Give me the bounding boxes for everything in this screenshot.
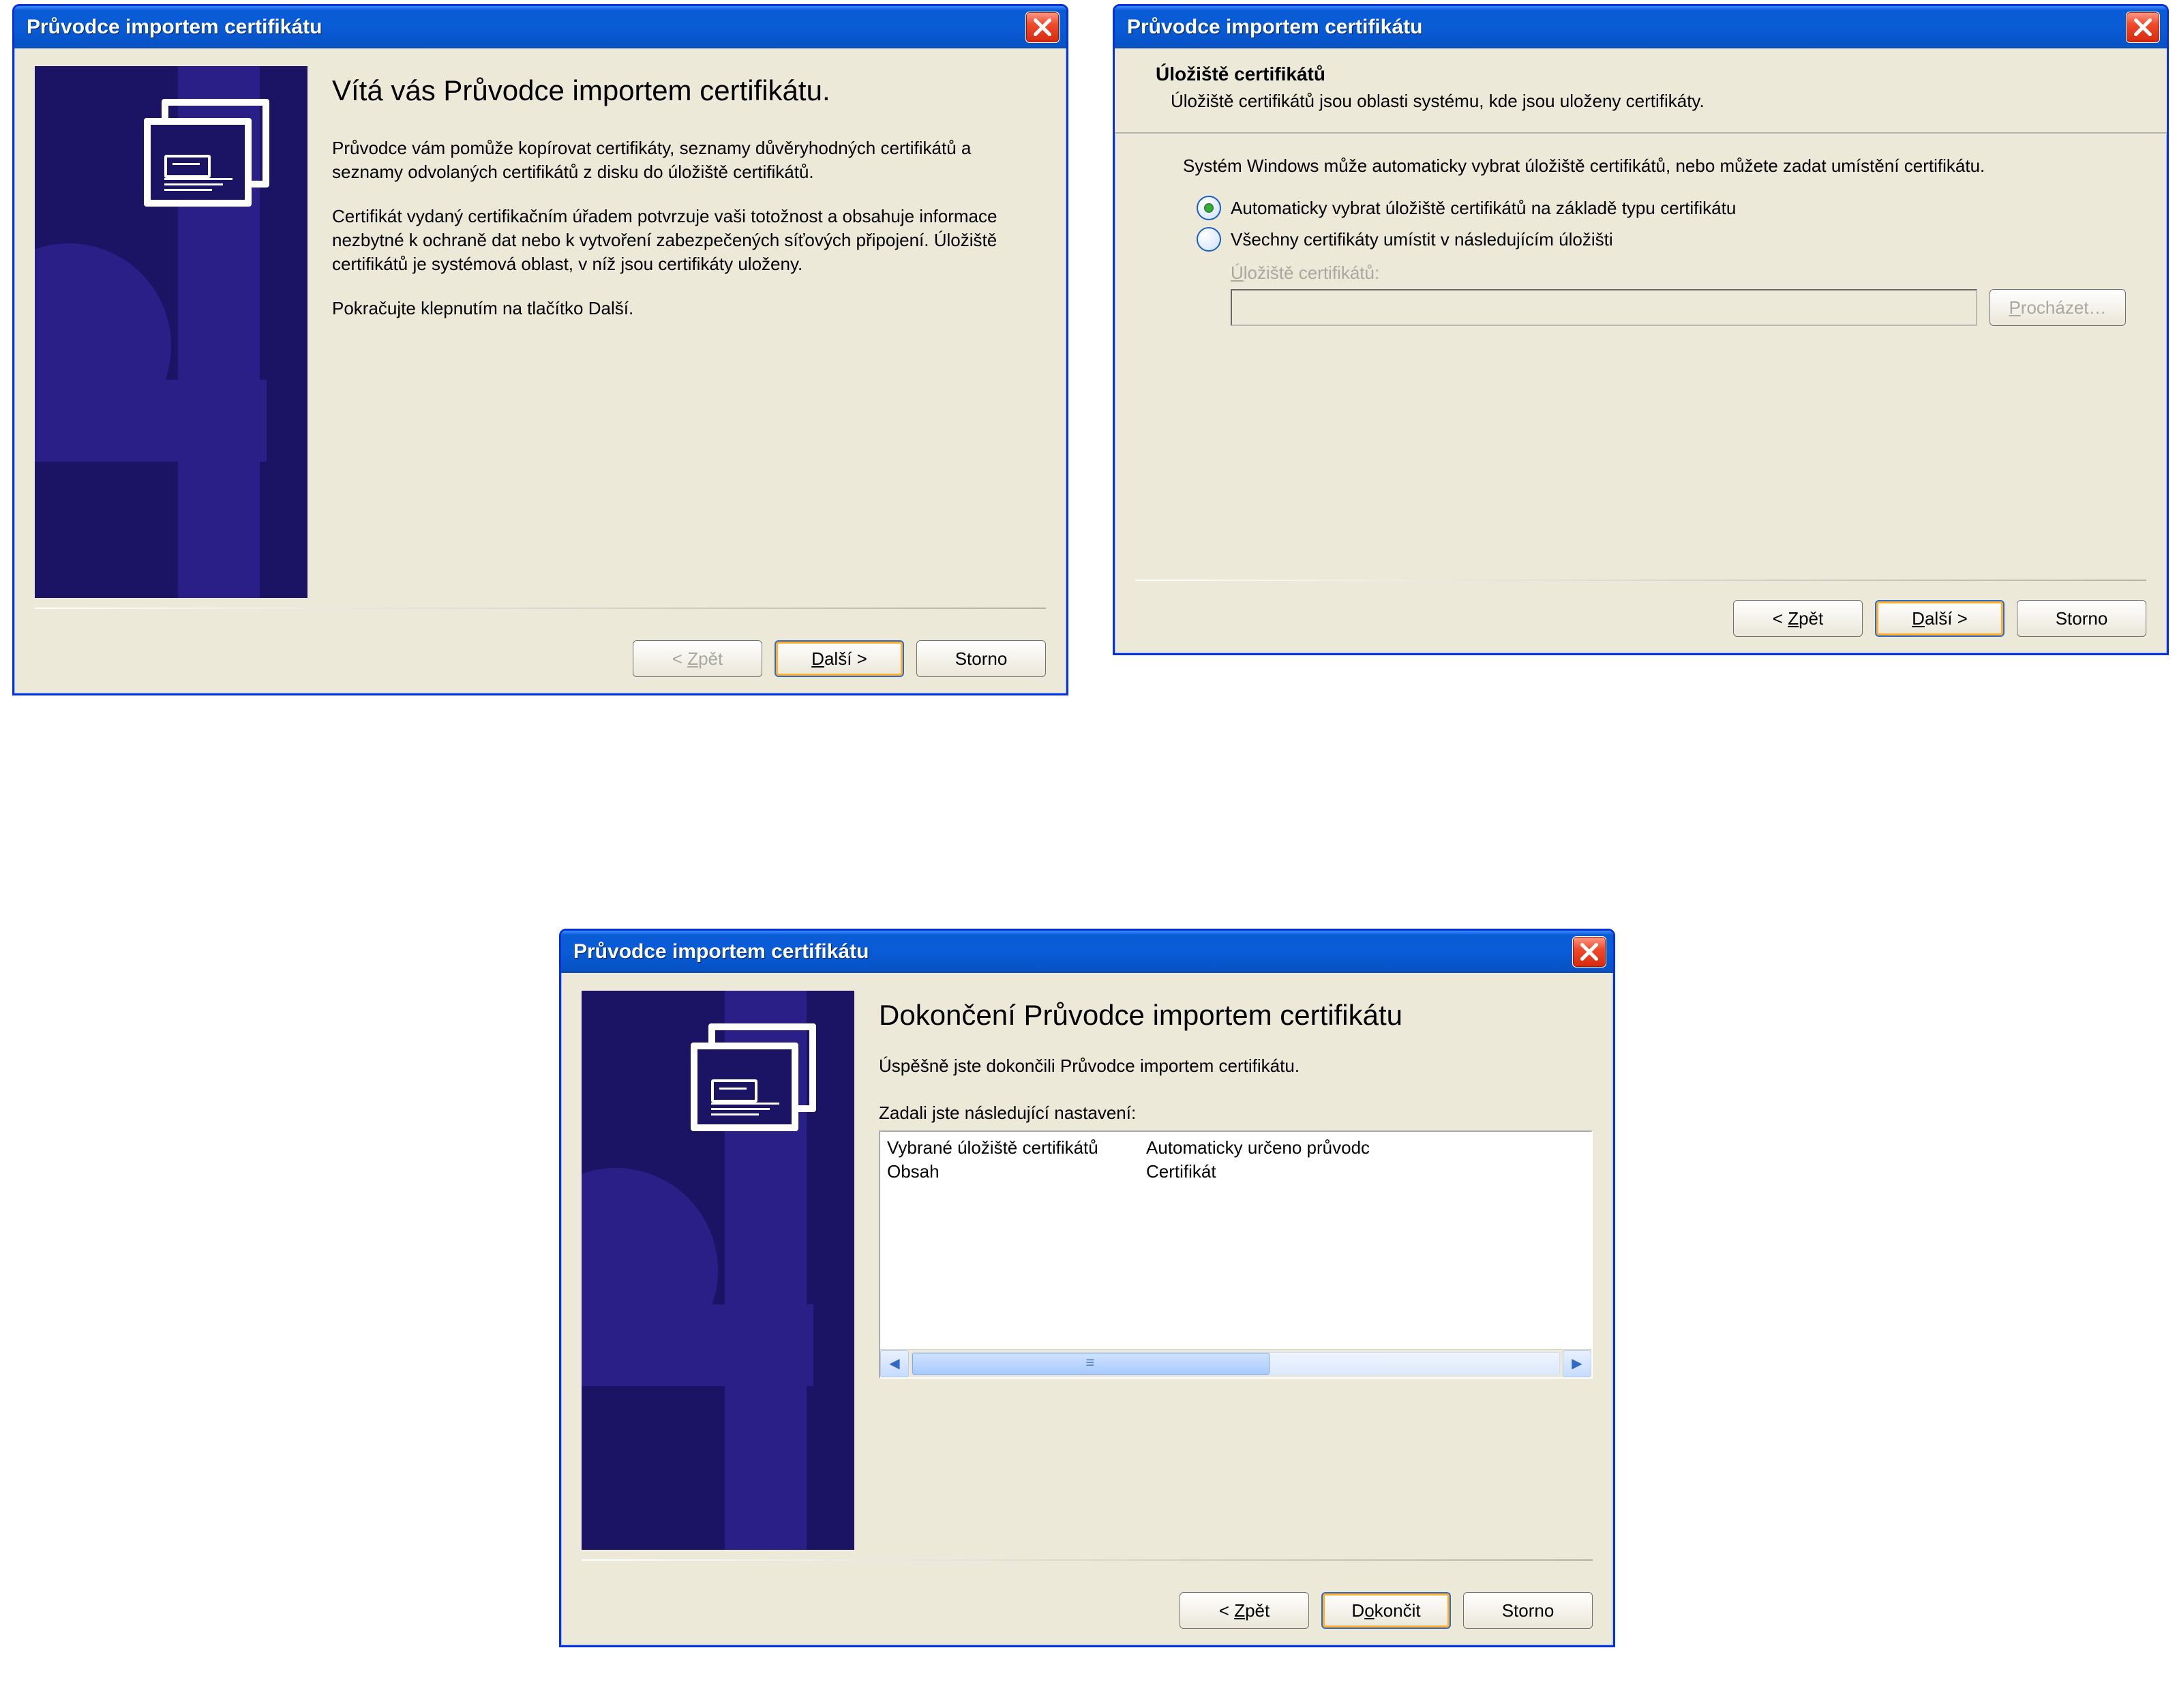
radio-icon xyxy=(1197,227,1221,252)
wizard-header-panel: Úložiště certifikátů Úložiště certifikát… xyxy=(1115,48,2167,132)
cancel-button[interactable]: Storno xyxy=(1463,1592,1593,1629)
cancel-button[interactable]: Storno xyxy=(2017,600,2146,637)
titlebar[interactable]: Průvodce importem certifikátu xyxy=(1115,6,2167,48)
radio-label: Všechny certifikáty umístit v následujíc… xyxy=(1231,229,1613,250)
window-title: Průvodce importem certifikátu xyxy=(573,940,869,963)
browse-button: Procházet… xyxy=(1990,289,2126,326)
close-button[interactable] xyxy=(2126,12,2160,43)
button-row: < Zpět Dokončit Storno xyxy=(561,1583,1613,1645)
settings-label: Zadali jste následující nastavení: xyxy=(879,1103,1593,1124)
cancel-button[interactable]: Storno xyxy=(916,640,1046,677)
next-button[interactable]: Další > xyxy=(775,640,904,677)
divider xyxy=(582,1559,1593,1561)
list-cell: Automaticky určeno průvodc xyxy=(1146,1136,1585,1160)
scroll-right-button[interactable]: ▶ xyxy=(1563,1350,1591,1377)
list-row: Vybrané úložiště certifikátů Automaticky… xyxy=(887,1136,1585,1160)
titlebar[interactable]: Průvodce importem certifikátu xyxy=(14,6,1066,48)
instruction-text: Systém Windows může automaticky vybrat ú… xyxy=(1183,154,2126,178)
scroll-left-button[interactable]: ◀ xyxy=(880,1350,909,1377)
back-button[interactable]: < Zpět xyxy=(1180,1592,1309,1629)
back-button[interactable]: < Zpět xyxy=(1733,600,1863,637)
close-icon xyxy=(2134,18,2152,36)
certificate-icon xyxy=(691,1023,817,1133)
next-button[interactable]: Další > xyxy=(1875,600,2005,637)
radio-icon xyxy=(1197,196,1221,220)
store-path-input xyxy=(1231,289,1977,326)
wizard-window-store: Průvodce importem certifikátu Úložiště c… xyxy=(1113,4,2169,655)
radio-auto-store[interactable]: Automaticky vybrat úložiště certifikátů … xyxy=(1197,196,2126,220)
radio-label: Automaticky vybrat úložiště certifikátů … xyxy=(1231,198,1736,219)
step-subtitle: Úložiště certifikátů jsou oblasti systém… xyxy=(1171,91,2146,112)
window-title: Průvodce importem certifikátu xyxy=(27,16,322,39)
horizontal-scrollbar[interactable]: ◀ ▶ xyxy=(880,1349,1591,1377)
list-cell: Obsah xyxy=(887,1160,1146,1184)
wizard-heading: Dokončení Průvodce importem certifikátu xyxy=(879,998,1593,1034)
divider xyxy=(1135,580,2146,581)
close-button[interactable] xyxy=(1572,936,1606,968)
store-field-label: Úložiště certifikátů: xyxy=(1231,263,2126,284)
list-cell: Certifikát xyxy=(1146,1160,1585,1184)
success-text: Úspěšně jste dokončili Průvodce importem… xyxy=(879,1054,1593,1078)
wizard-sidebar-art xyxy=(582,991,854,1550)
divider xyxy=(35,608,1046,609)
step-title: Úložiště certifikátů xyxy=(1156,63,2146,85)
wizard-paragraph: Certifikát vydaný certifikačním úřadem p… xyxy=(332,205,1046,276)
button-row: < Zpět Další > Storno xyxy=(1115,590,2167,653)
list-row: Obsah Certifikát xyxy=(887,1160,1585,1184)
wizard-paragraph: Průvodce vám pomůže kopírovat certifikát… xyxy=(332,136,1046,184)
close-button[interactable] xyxy=(1025,12,1060,43)
scroll-track[interactable] xyxy=(912,1352,1560,1375)
chevron-right-icon: ▶ xyxy=(1572,1357,1582,1370)
settings-listview: Vybrané úložiště certifikátů Automaticky… xyxy=(879,1130,1593,1379)
wizard-heading: Vítá vás Průvodce importem certifikátu. xyxy=(332,73,1046,109)
close-icon xyxy=(1580,943,1598,961)
list-cell: Vybrané úložiště certifikátů xyxy=(887,1136,1146,1160)
chevron-left-icon: ◀ xyxy=(889,1357,899,1370)
wizard-window-welcome: Průvodce importem certifikátu xyxy=(12,4,1068,695)
window-title: Průvodce importem certifikátu xyxy=(1127,16,1422,39)
wizard-sidebar-art xyxy=(35,66,307,598)
radio-manual-store[interactable]: Všechny certifikáty umístit v následujíc… xyxy=(1197,227,2126,252)
close-icon xyxy=(1034,18,1051,36)
wizard-window-finish: Průvodce importem certifikátu xyxy=(559,929,1615,1647)
wizard-paragraph: Pokračujte klepnutím na tlačítko Další. xyxy=(332,297,1046,320)
certificate-icon xyxy=(144,99,270,208)
back-button: < Zpět xyxy=(633,640,762,677)
finish-button[interactable]: Dokončit xyxy=(1321,1592,1451,1629)
scroll-thumb[interactable] xyxy=(912,1353,1270,1375)
titlebar[interactable]: Průvodce importem certifikátu xyxy=(561,931,1613,973)
button-row: < Zpět Další > Storno xyxy=(14,631,1066,693)
